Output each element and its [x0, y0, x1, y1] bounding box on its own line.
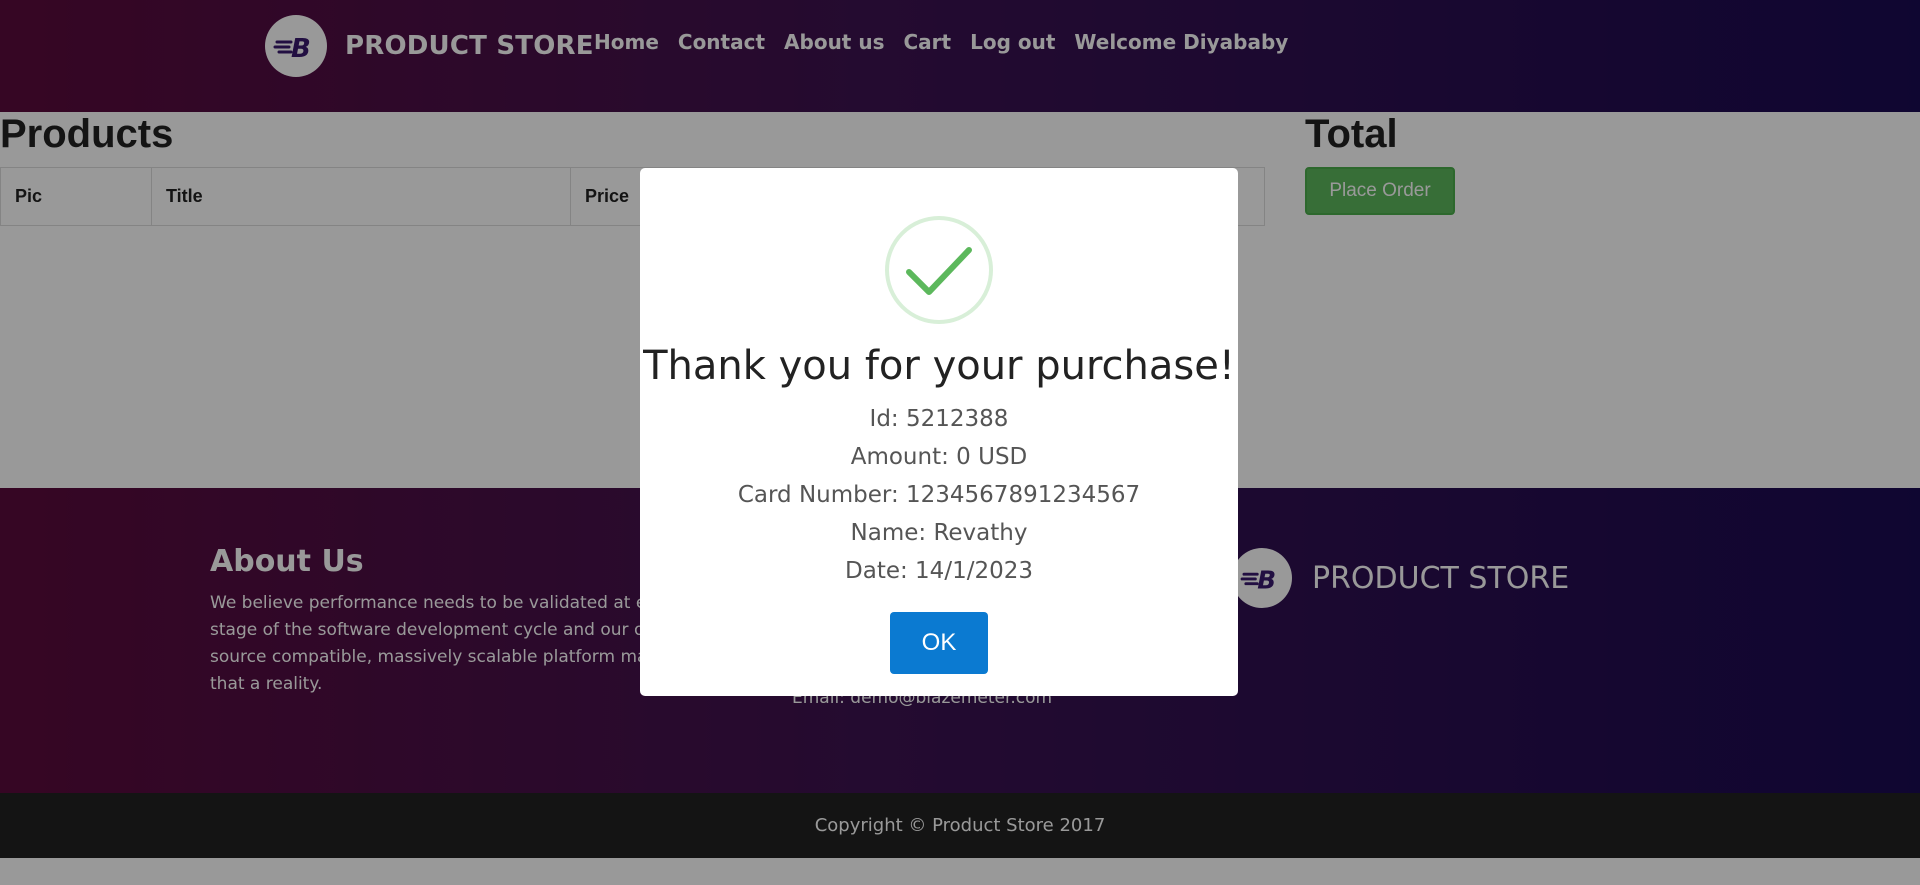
success-check-icon: [885, 216, 993, 324]
purchase-confirmation-dialog: Thank you for your purchase! Id: 5212388…: [640, 168, 1238, 696]
order-date: Date: 14/1/2023: [845, 558, 1033, 584]
order-id: Id: 5212388: [869, 406, 1009, 432]
order-name: Name: Revathy: [850, 520, 1028, 546]
dialog-details: Id: 5212388 Amount: 0 USD Card Number: 1…: [640, 400, 1238, 590]
ok-button[interactable]: OK: [890, 612, 988, 674]
order-card-number: Card Number: 1234567891234567: [737, 482, 1141, 508]
order-amount: Amount: 0 USD: [850, 444, 1028, 470]
dialog-title: Thank you for your purchase!: [643, 343, 1235, 389]
